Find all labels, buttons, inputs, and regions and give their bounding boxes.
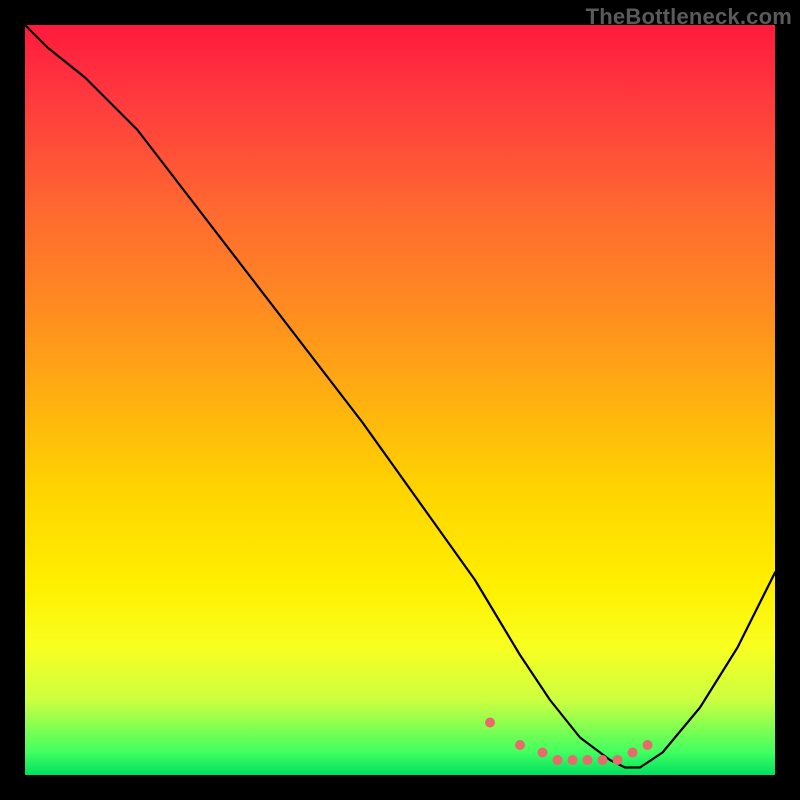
- marker-dot: [628, 748, 638, 758]
- marker-dot: [485, 718, 495, 728]
- marker-dot: [643, 740, 653, 750]
- marker-dot: [553, 755, 563, 765]
- chart-container: TheBottleneck.com: [0, 0, 800, 800]
- watermark-label: TheBottleneck.com: [586, 4, 792, 30]
- marker-dot: [538, 748, 548, 758]
- bottleneck-curve-line: [25, 25, 775, 768]
- marker-dot: [515, 740, 525, 750]
- plot-area: [25, 25, 775, 775]
- marker-dot: [583, 755, 593, 765]
- marker-dot: [613, 755, 623, 765]
- marker-dot: [568, 755, 578, 765]
- marker-dot: [598, 755, 608, 765]
- chart-svg: [25, 25, 775, 775]
